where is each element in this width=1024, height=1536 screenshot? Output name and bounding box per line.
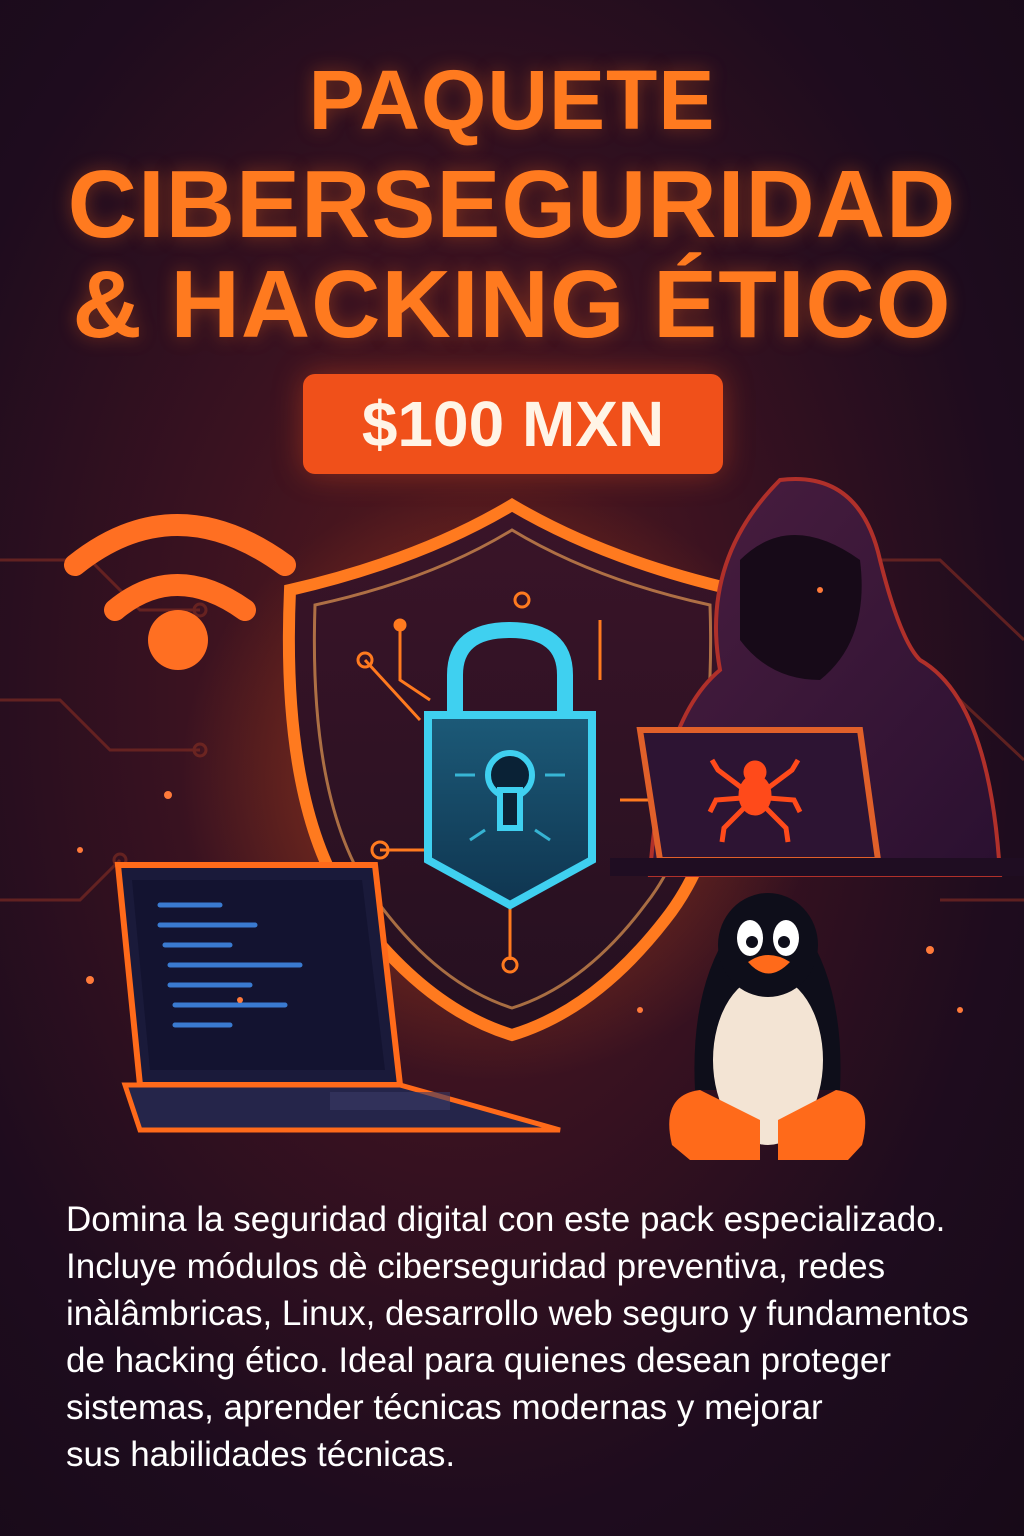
- title-line-1: PAQUETE: [308, 53, 716, 147]
- description-line: sus habilidades técnicas.: [66, 1435, 456, 1474]
- illustration: [0, 477, 1024, 1160]
- description-line: de hacking ético. Ideal para quienes des…: [66, 1341, 892, 1380]
- title-line-3: & HACKING ÉTICO: [72, 251, 952, 358]
- description-line: inàlâmbricas, Linux, desarrollo web segu…: [66, 1294, 969, 1333]
- title-line-2: CIBERSEGURIDAD: [67, 151, 957, 258]
- wifi-dot: [148, 610, 208, 670]
- description-line: Domina la seguridad digital con este pac…: [66, 1200, 946, 1239]
- price-badge: $100 MXN: [303, 374, 723, 474]
- description-line: sistemas, aprender técnicas modernas y m…: [66, 1388, 823, 1427]
- description-line: Incluye módulos dè ciberseguridad preven…: [66, 1247, 886, 1286]
- price-text: $100 MXN: [361, 388, 665, 460]
- description: Domina la seguridad digital con este pac…: [66, 1196, 996, 1478]
